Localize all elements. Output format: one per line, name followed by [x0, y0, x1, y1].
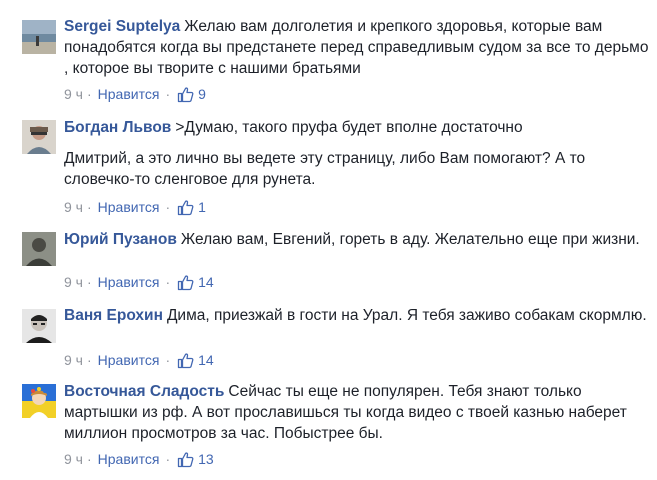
comment-author[interactable]: Восточная Сладость	[64, 383, 224, 400]
avatar[interactable]	[22, 232, 56, 266]
comment-author[interactable]: Ваня Ерохин	[64, 307, 163, 324]
comment-text: Желаю вам, Евгений, гореть в аду. Желате…	[180, 231, 640, 248]
separator: ·	[86, 274, 92, 290]
comment-text: Дима, приезжай в гости на Урал. Я тебя з…	[166, 307, 647, 324]
comment-body: Юрий Пузанов Желаю вам, Евгений, гореть в…	[64, 229, 649, 250]
comment-author[interactable]: Sergei Suptelya	[64, 18, 180, 35]
thumbs-up-icon[interactable]	[177, 451, 194, 468]
avatar-photo-person	[22, 309, 56, 343]
thumbs-up-icon[interactable]	[177, 86, 194, 103]
like-count[interactable]: 14	[198, 350, 214, 370]
avatar[interactable]	[22, 120, 56, 154]
separator: ·	[86, 352, 92, 368]
like-button[interactable]: Нравится	[98, 272, 160, 292]
like-count[interactable]: 9	[198, 84, 206, 104]
avatar-photo-person	[22, 120, 56, 154]
avatar-photo-person	[22, 232, 56, 266]
comment-body: Ваня Ерохин Дима, приезжай в гости на Ура…	[64, 305, 649, 326]
like-button[interactable]: Нравится	[98, 449, 160, 469]
thumbs-up-icon[interactable]	[177, 352, 194, 369]
comment-text-paragraph: Дмитрий, а это лично вы ведете эту стран…	[64, 150, 586, 188]
avatar-ukrainian-flag-cartoon	[22, 384, 56, 418]
comment-author[interactable]: Богдан Львов	[64, 119, 171, 136]
comment-meta: 9 ч · Нравится · 14	[64, 350, 214, 370]
comment-body: Богдан Львов >Думаю, такого пруфа будет в…	[64, 117, 649, 190]
like-button[interactable]: Нравится	[98, 84, 160, 104]
comment-time[interactable]: 9 ч	[64, 197, 83, 217]
separator: ·	[165, 451, 171, 467]
separator: ·	[165, 86, 171, 102]
comment-meta: 9 ч · Нравится · 14	[64, 272, 214, 292]
comment-time[interactable]: 9 ч	[64, 84, 83, 104]
thumbs-up-icon[interactable]	[177, 199, 194, 216]
separator: ·	[86, 86, 92, 102]
comment-meta: 9 ч · Нравится · 13	[64, 449, 214, 469]
comment-meta: 9 ч · Нравится · 9	[64, 84, 206, 104]
avatar[interactable]	[22, 384, 56, 418]
comment-body: Восточная Сладость Сейчас ты еще не попул…	[64, 381, 649, 444]
like-count[interactable]: 13	[198, 449, 214, 469]
separator: ·	[86, 451, 92, 467]
separator: ·	[165, 274, 171, 290]
like-count[interactable]: 1	[198, 197, 206, 217]
like-button[interactable]: Нравится	[98, 350, 160, 370]
like-button[interactable]: Нравится	[98, 197, 160, 217]
separator: ·	[165, 199, 171, 215]
comment-meta: 9 ч · Нравится · 1	[64, 197, 206, 217]
avatar-photo-sea	[22, 20, 56, 54]
like-count[interactable]: 14	[198, 272, 214, 292]
comment-time[interactable]: 9 ч	[64, 449, 83, 469]
comment-text: >Думаю, такого пруфа будет вполне достат…	[175, 119, 523, 136]
avatar[interactable]	[22, 20, 56, 54]
comment-body: Sergei Suptelya Желаю вам долголетия и кр…	[64, 16, 649, 79]
separator: ·	[165, 352, 171, 368]
comment-time[interactable]: 9 ч	[64, 272, 83, 292]
separator: ·	[86, 199, 92, 215]
avatar[interactable]	[22, 309, 56, 343]
comment-time[interactable]: 9 ч	[64, 350, 83, 370]
thumbs-up-icon[interactable]	[177, 274, 194, 291]
comment-author[interactable]: Юрий Пузанов	[64, 231, 177, 248]
